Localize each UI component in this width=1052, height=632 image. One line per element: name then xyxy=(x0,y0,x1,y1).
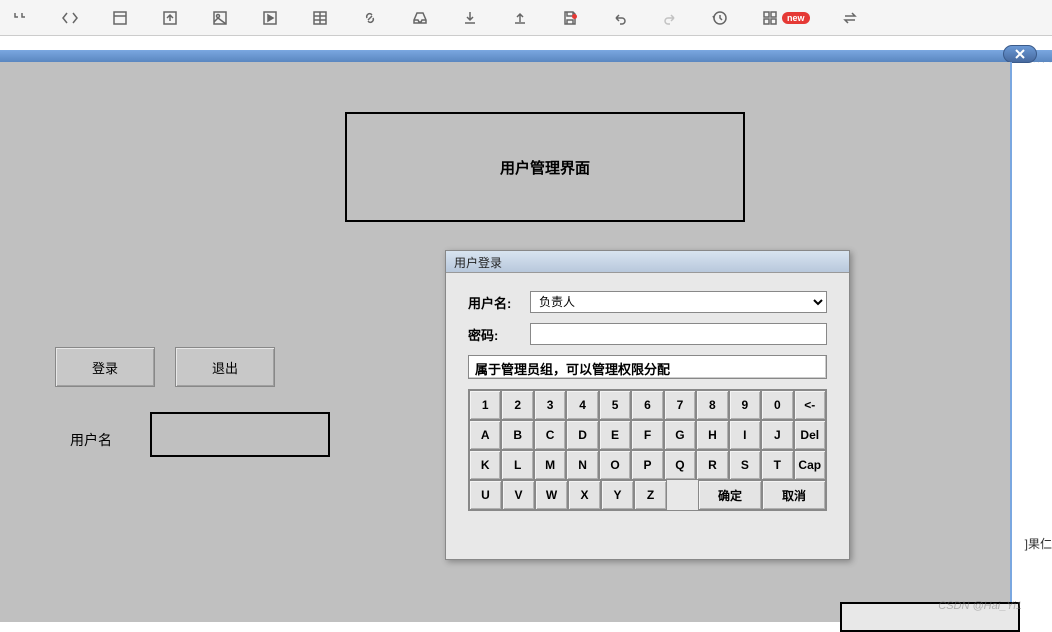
save-icon-wrap xyxy=(560,8,580,28)
exit-button[interactable]: 退出 xyxy=(175,347,275,387)
key-O[interactable]: O xyxy=(599,450,631,480)
dialog-title: 用户登录 xyxy=(446,251,849,273)
key-2[interactable]: 2 xyxy=(501,390,533,420)
key-W[interactable]: W xyxy=(535,480,568,510)
key-3[interactable]: 3 xyxy=(534,390,566,420)
key-S[interactable]: S xyxy=(729,450,761,480)
close-icon xyxy=(1014,48,1026,60)
grid-icon xyxy=(760,8,780,28)
history-icon[interactable] xyxy=(710,8,730,28)
key-F[interactable]: F xyxy=(631,420,663,450)
key-Del[interactable]: Del xyxy=(794,420,826,450)
layout-icon[interactable] xyxy=(110,8,130,28)
new-badge-wrap[interactable]: new xyxy=(760,8,810,28)
key-G[interactable]: G xyxy=(664,420,696,450)
key-V[interactable]: V xyxy=(502,480,535,510)
ok-button[interactable]: 确定 xyxy=(698,480,762,510)
dlg-username-label: 用户名: xyxy=(468,293,530,312)
key-Y[interactable]: Y xyxy=(601,480,634,510)
link-icon[interactable] xyxy=(360,8,380,28)
save-icon[interactable] xyxy=(560,8,580,28)
unsaved-dot-icon xyxy=(572,14,577,19)
browser-toolbar: new xyxy=(0,0,1052,36)
export-icon[interactable] xyxy=(160,8,180,28)
video-icon[interactable] xyxy=(260,8,280,28)
quote-icon[interactable] xyxy=(10,8,30,28)
key-Z[interactable]: Z xyxy=(634,480,667,510)
key-row-4: U V W X Y Z 确定 取消 xyxy=(469,480,826,510)
table-icon[interactable] xyxy=(310,8,330,28)
page-title: 用户管理界面 xyxy=(500,157,590,178)
window-close-button[interactable] xyxy=(1003,45,1037,63)
key-H[interactable]: H xyxy=(696,420,728,450)
undo-icon[interactable] xyxy=(610,8,630,28)
username-display-box xyxy=(150,412,330,457)
key-8[interactable]: 8 xyxy=(696,390,728,420)
cancel-button[interactable]: 取消 xyxy=(762,480,826,510)
image-icon[interactable] xyxy=(210,8,230,28)
login-button[interactable]: 登录 xyxy=(55,347,155,387)
username-label: 用户名 xyxy=(70,430,112,450)
key-Q[interactable]: Q xyxy=(664,450,696,480)
key-I[interactable]: I xyxy=(729,420,761,450)
key-4[interactable]: 4 xyxy=(566,390,598,420)
key-J[interactable]: J xyxy=(761,420,793,450)
key-K[interactable]: K xyxy=(469,450,501,480)
key-T[interactable]: T xyxy=(761,450,793,480)
key-5[interactable]: 5 xyxy=(599,390,631,420)
dlg-password-input[interactable] xyxy=(530,323,827,345)
key-<-[interactable]: <- xyxy=(794,390,826,420)
code-icon[interactable] xyxy=(60,8,80,28)
new-badge: new xyxy=(782,12,810,24)
main-panel: 用户管理界面 登录 退出 用户名 用户登录 用户名: 负责人 密码: 属于管理员… xyxy=(0,62,1012,622)
key-7[interactable]: 7 xyxy=(664,390,696,420)
key-1[interactable]: 1 xyxy=(469,390,501,420)
download-icon[interactable] xyxy=(460,8,480,28)
key-R[interactable]: R xyxy=(696,450,728,480)
key-spacer xyxy=(667,480,698,510)
key-6[interactable]: 6 xyxy=(631,390,663,420)
window-titlebar xyxy=(0,50,1052,62)
virtual-keyboard: 1234567890<- ABCDEFGHIJDel KLMNOPQRSTCap… xyxy=(468,389,827,511)
dlg-username-select[interactable]: 负责人 xyxy=(530,291,827,313)
key-B[interactable]: B xyxy=(501,420,533,450)
watermark: CSDN @Hai_Yi1 xyxy=(938,600,1022,612)
key-P[interactable]: P xyxy=(631,450,663,480)
upload-icon[interactable] xyxy=(510,8,530,28)
inbox-icon[interactable] xyxy=(410,8,430,28)
username-row: 用户名: 负责人 xyxy=(468,291,827,313)
key-E[interactable]: E xyxy=(599,420,631,450)
key-N[interactable]: N xyxy=(566,450,598,480)
page-title-box: 用户管理界面 xyxy=(345,112,745,222)
key-D[interactable]: D xyxy=(566,420,598,450)
key-Cap[interactable]: Cap xyxy=(794,450,826,480)
key-U[interactable]: U xyxy=(469,480,502,510)
key-9[interactable]: 9 xyxy=(729,390,761,420)
key-A[interactable]: A xyxy=(469,420,501,450)
key-M[interactable]: M xyxy=(534,450,566,480)
key-0[interactable]: 0 xyxy=(761,390,793,420)
key-L[interactable]: L xyxy=(501,450,533,480)
side-text-2: ]果仁 xyxy=(1025,535,1052,552)
key-X[interactable]: X xyxy=(568,480,601,510)
password-row: 密码: xyxy=(468,323,827,345)
key-C[interactable]: C xyxy=(534,420,566,450)
swap-icon[interactable] xyxy=(840,8,860,28)
role-description: 属于管理员组，可以管理权限分配 xyxy=(468,355,827,379)
login-dialog: 用户登录 用户名: 负责人 密码: 属于管理员组，可以管理权限分配 123456… xyxy=(445,250,850,560)
dlg-password-label: 密码: xyxy=(468,325,530,344)
dialog-body: 用户名: 负责人 密码: 属于管理员组，可以管理权限分配 1234567890<… xyxy=(446,273,849,521)
redo-icon[interactable] xyxy=(660,8,680,28)
